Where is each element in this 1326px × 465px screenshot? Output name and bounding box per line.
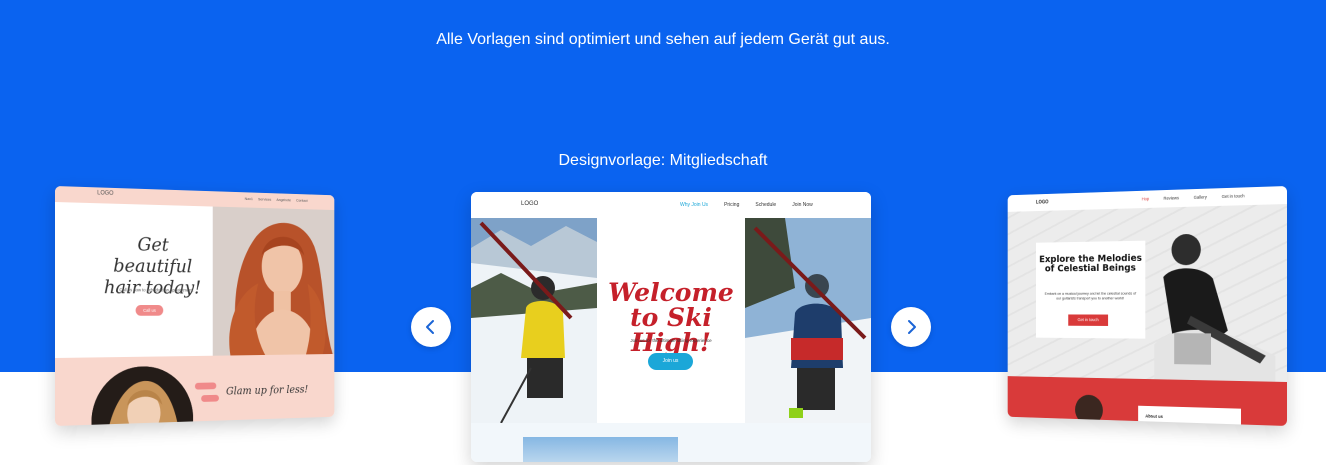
preview-nav-item: Services [258, 196, 272, 202]
blonde-portrait-image [91, 365, 194, 426]
carousel-prev-button[interactable] [411, 307, 451, 347]
skier-photo-left [471, 218, 597, 423]
hero-tagline: Alle Vorlagen sind optimiert und sehen a… [436, 31, 890, 48]
musician-portrait-image [1075, 394, 1103, 426]
preview-nav-item: Nav1 [244, 196, 253, 202]
template-caption: Designvorlage: Mitgliedschaft [558, 152, 768, 169]
preview-lower-section: About us [1007, 376, 1287, 426]
preview-lower-section: Glam up for less! [55, 353, 335, 426]
preview-section-title: Glam up for less! [226, 383, 309, 398]
preview-subtext: Call us now to schedule an appointment. [119, 287, 194, 293]
decorative-pill [194, 382, 217, 390]
preview-cta-button: Join us [648, 353, 693, 370]
chevron-right-icon [908, 320, 916, 334]
preview-nav-item: Pricing [724, 202, 740, 208]
preview-logo: LOGO [1036, 199, 1049, 206]
preview-nav-item: Hop [1141, 196, 1150, 202]
preview-nav-item: Angebote [276, 197, 291, 203]
preview-hero-box: Explore the Melodies of Celestial Beings… [1036, 240, 1146, 339]
preview-logo: LOGO [97, 190, 114, 197]
guitarist-image [1136, 206, 1276, 386]
preview-lower-section [471, 423, 871, 462]
preview-nav-item: Join Now [792, 202, 813, 208]
skier-photo-right [745, 218, 871, 423]
portrait-image [212, 206, 335, 356]
preview-nav-links: Nav1 Services Angebote Contact [245, 196, 308, 203]
preview-headline: Welcome to Ski High! [608, 278, 734, 357]
preview-nav-item: Get in touch [1221, 193, 1245, 199]
preview-nav-item: Schedule [755, 202, 777, 208]
preview-nav-item: Why Join Us [680, 202, 709, 208]
preview-nav-item: Reviews [1163, 195, 1180, 201]
preview-subtext: Join us for the ultimate skiing experien… [630, 338, 712, 343]
preview-cta-button: Get in touch [1068, 314, 1109, 326]
preview-headline: Explore the Melodies of Celestial Beings [1039, 253, 1142, 275]
preview-nav-item: Gallery [1193, 194, 1207, 200]
template-preview-hair-salon[interactable]: LOGO Nav1 Services Angebote Contact Get … [55, 186, 335, 426]
preview-nav-links: Why Join Us Pricing Schedule Join Now [680, 202, 813, 208]
preview-cta-button: Call us [135, 305, 164, 316]
preview-nav-links: Hop Reviews Gallery Get in touch [1142, 193, 1245, 201]
preview-subtext: Embark on a musical journey and let the … [1044, 290, 1137, 301]
template-preview-music[interactable]: LOGO Hop Reviews Gallery Get in touch Ex… [1007, 186, 1287, 426]
chevron-left-icon [426, 320, 434, 334]
preview-navbar: LOGO Why Join Us Pricing Schedule Join N… [471, 192, 871, 218]
preview-image [523, 437, 678, 462]
decorative-pill [201, 394, 219, 402]
about-box: About us [1138, 405, 1242, 425]
preview-logo: LOGO [521, 201, 539, 207]
preview-nav-item: Contact [296, 197, 308, 203]
carousel-next-button[interactable] [891, 307, 931, 347]
preview-section-title: About us [1145, 413, 1163, 419]
template-preview-ski-high[interactable]: LOGO Why Join Us Pricing Schedule Join N… [471, 192, 871, 462]
